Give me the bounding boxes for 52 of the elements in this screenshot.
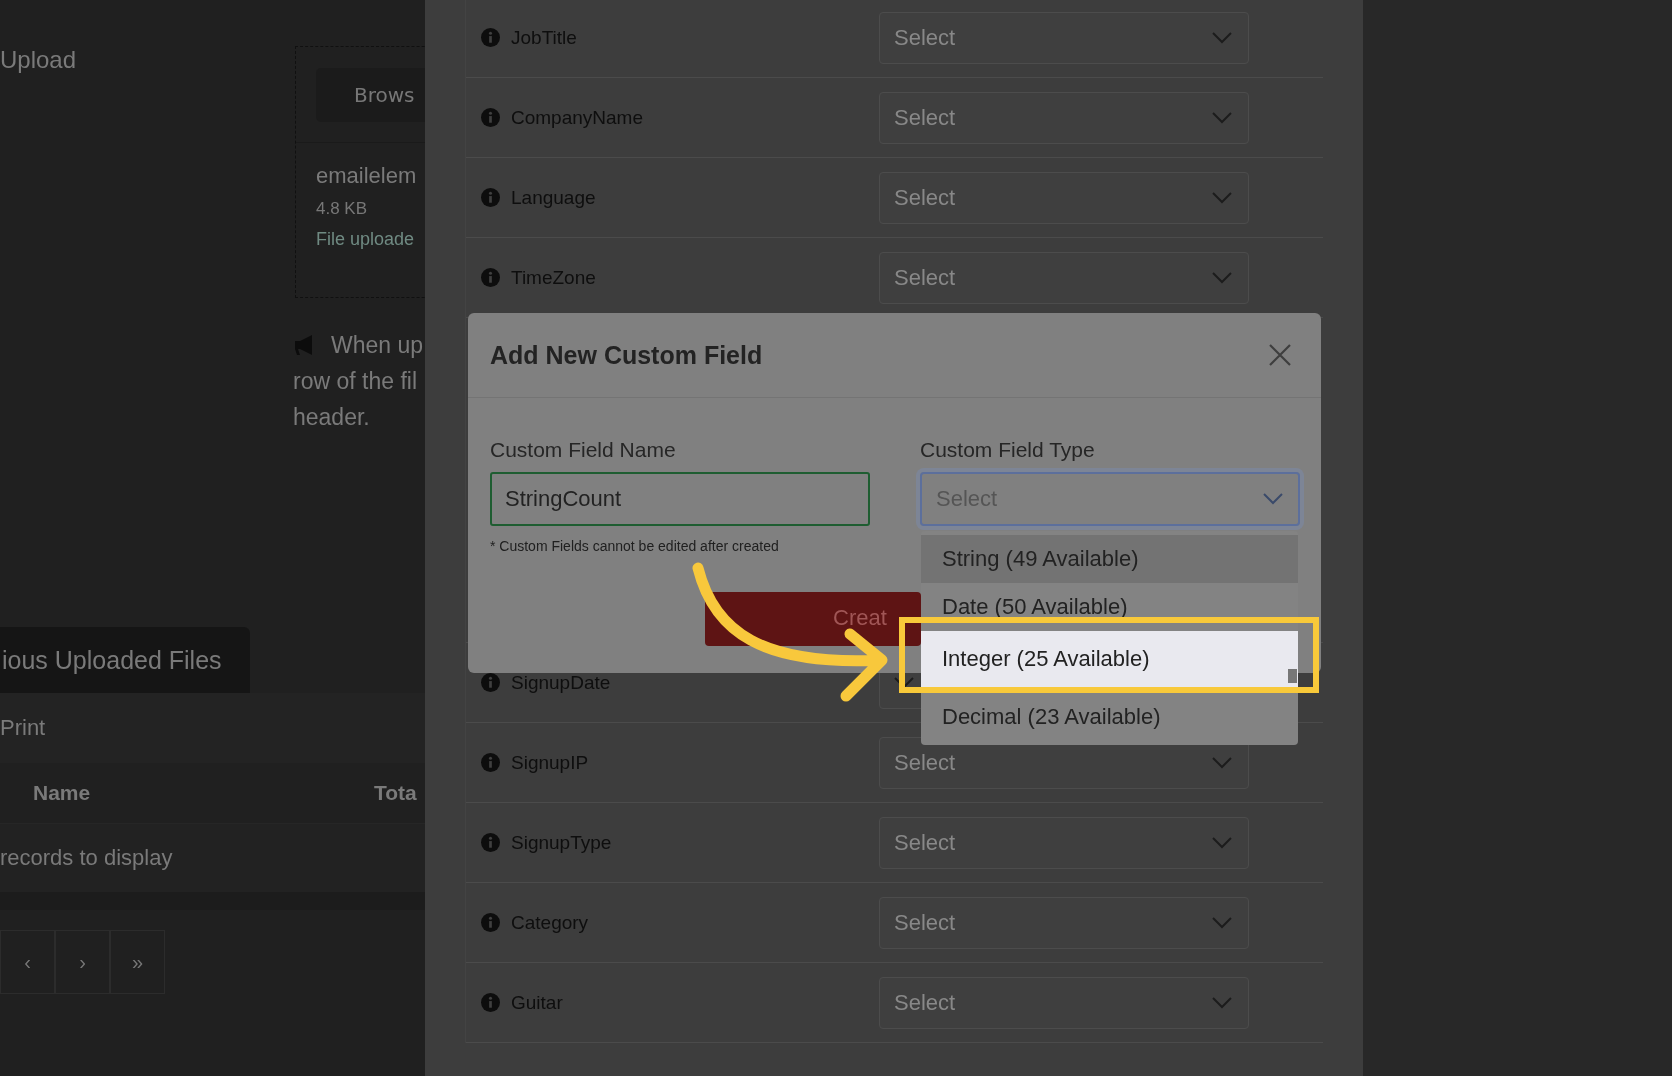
name-input[interactable]: StringCount — [490, 472, 870, 526]
note-text: When up — [331, 331, 424, 359]
empty-message: records to display — [0, 845, 173, 871]
column-header[interactable]: Name — [33, 781, 91, 805]
note-text: row of the fil — [293, 367, 417, 395]
browse-button[interactable]: Brows — [316, 67, 425, 122]
hint-text: * Custom Fields cannot be edited after created — [490, 538, 780, 554]
dropdown-option[interactable]: Integer (25 Available) — [921, 631, 1298, 687]
field-label: Custom Field Type — [920, 438, 1096, 463]
files-tab[interactable]: ious Uploaded Files — [0, 627, 250, 693]
info-icon — [481, 673, 500, 692]
info-icon — [481, 913, 500, 932]
column-header[interactable]: Tota — [374, 781, 417, 805]
select-field[interactable]: Select — [879, 816, 1249, 869]
info-icon — [481, 108, 500, 127]
chevron-icon — [1212, 111, 1232, 124]
info-icon — [481, 28, 500, 47]
chevron-icon — [1212, 191, 1232, 204]
scrollbar-thumb[interactable] — [1288, 669, 1297, 683]
file-size: 4.8 KB — [316, 199, 369, 219]
info-icon — [481, 268, 500, 287]
info-icon — [481, 833, 500, 852]
select-field[interactable]: Select — [879, 976, 1249, 1029]
file-status: File uploade — [316, 229, 416, 250]
chevron-icon — [1212, 31, 1232, 44]
select-field[interactable]: Select — [879, 251, 1249, 304]
pager-button[interactable]: ‹ — [0, 930, 55, 994]
info-icon — [481, 993, 500, 1012]
select-field[interactable]: Select — [879, 11, 1249, 64]
info-icon — [481, 188, 500, 207]
page-heading: Upload — [0, 46, 78, 75]
info-icon — [481, 753, 500, 772]
pager-button[interactable]: › — [55, 930, 110, 994]
close-icon[interactable] — [1269, 344, 1291, 366]
chevron-icon — [1212, 916, 1232, 929]
print-button[interactable]: Print — [0, 715, 46, 741]
modal-title: Add New Custom Field — [490, 340, 763, 370]
chevron-icon — [894, 676, 914, 689]
dropdown-option[interactable]: Date (50 Available) — [921, 583, 1298, 631]
chevron-icon — [1212, 996, 1232, 1009]
file-name: emailelem — [316, 163, 418, 189]
chevron-icon — [1212, 271, 1232, 284]
select-field[interactable]: Select — [879, 896, 1249, 949]
note-text: header. — [293, 403, 370, 431]
select-field[interactable]: Select — [879, 91, 1249, 144]
chevron-icon — [1212, 836, 1232, 849]
pager-button[interactable]: » — [110, 930, 165, 994]
chevron-icon — [1212, 756, 1232, 769]
dropdown-option[interactable]: String (49 Available) — [921, 535, 1298, 583]
chevron-icon — [1263, 493, 1283, 505]
select-field[interactable]: Select — [879, 171, 1249, 224]
field-label: Custom Field Name — [490, 438, 677, 463]
